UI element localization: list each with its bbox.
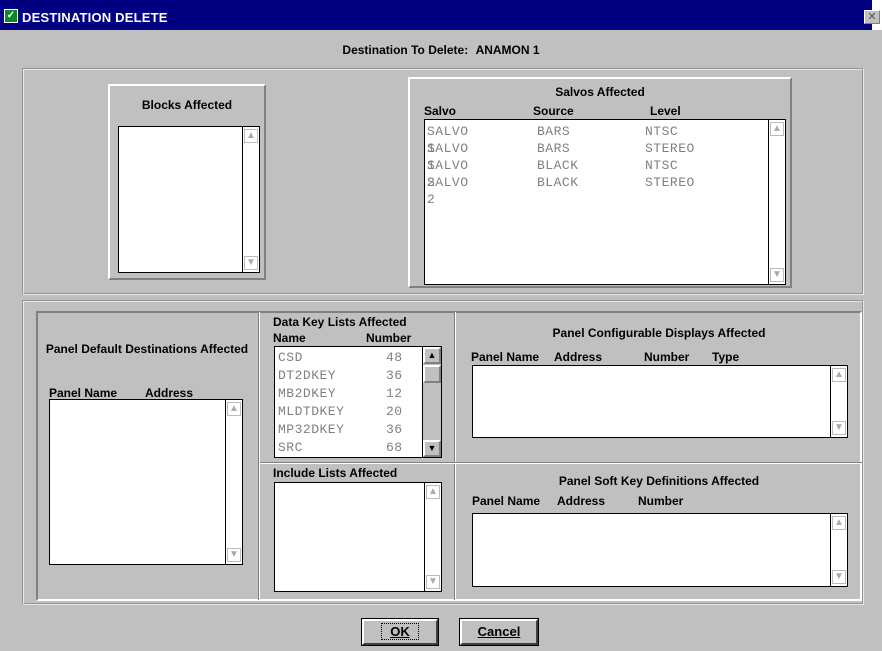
destination-label: Destination To Delete: [342, 43, 469, 57]
divider [260, 462, 862, 464]
blocks-scrollbar[interactable]: ▲ ▼ [242, 127, 259, 272]
blocks-panel: Blocks Affected ▲ ▼ [108, 84, 266, 280]
scroll-up-icon[interactable]: ▲ [832, 368, 846, 382]
scroll-down-icon[interactable]: ▼ [770, 268, 784, 282]
salvos-col-source: Source [533, 104, 574, 118]
scroll-down-icon[interactable]: ▼ [244, 256, 258, 270]
soft-key-list[interactable]: ▲ ▼ [472, 513, 848, 587]
scroll-up-icon[interactable]: ▲ [832, 516, 846, 530]
blocks-list[interactable]: ▲ ▼ [118, 126, 260, 273]
include-lists-scrollbar[interactable]: ▲ ▼ [424, 483, 441, 591]
salvos-title: Salvos Affected [555, 85, 645, 99]
panel-default-list[interactable]: ▲ ▼ [49, 399, 243, 565]
data-key-title: Data Key Lists Affected [273, 315, 407, 329]
scroll-down-icon[interactable]: ▼ [423, 440, 441, 457]
title-bar: ✓ DESTINATION DELETE ✕ [0, 0, 882, 30]
panel-default-scrollbar[interactable]: ▲ ▼ [225, 400, 242, 564]
panel-config-col-name: Panel Name [471, 350, 540, 364]
salvos-panel: Salvos Affected Salvo Source Level SALVO… [408, 77, 792, 288]
panel-default-col-name: Panel Name [49, 386, 118, 400]
data-key-col-number: Number [366, 331, 412, 345]
salvos-list[interactable]: SALVO 1 BARS NTSC SALVO 1 BARS STEREO SA… [424, 119, 786, 285]
data-key-col-name: Name [273, 331, 306, 345]
panel-default-title: Panel Default Destinations Affected [45, 342, 249, 356]
check-icon: ✓ [4, 9, 18, 23]
panel-config-col-number: Number [644, 350, 690, 364]
data-key-scrollbar[interactable]: ▲ ▼ [422, 347, 441, 457]
panel-config-list[interactable]: ▲ ▼ [472, 365, 848, 438]
panel-default-col-address: Address [145, 386, 194, 400]
scroll-down-icon[interactable]: ▼ [426, 575, 440, 589]
scroll-up-icon[interactable]: ▲ [423, 347, 441, 364]
panel-config-scrollbar[interactable]: ▲ ▼ [830, 366, 847, 437]
soft-key-title: Panel Soft Key Definitions Affected [558, 474, 760, 488]
include-lists-list[interactable]: ▲ ▼ [274, 482, 442, 592]
destination-value: ANAMON 1 [475, 43, 540, 57]
scroll-thumb[interactable] [423, 365, 441, 383]
soft-key-col-number: Number [638, 494, 684, 508]
include-lists-title: Include Lists Affected [273, 466, 398, 480]
divider [258, 312, 260, 600]
divider [454, 312, 456, 600]
cancel-button[interactable]: Cancel [459, 618, 539, 646]
blocks-title: Blocks Affected [141, 98, 233, 112]
scroll-down-icon[interactable]: ▼ [832, 421, 846, 435]
title-bar-background: ✓ DESTINATION DELETE [0, 0, 872, 30]
ok-button-label: OK [381, 623, 419, 640]
salvos-col-level: Level [650, 104, 681, 118]
scroll-down-icon[interactable]: ▼ [832, 570, 846, 584]
scroll-up-icon[interactable]: ▲ [770, 122, 784, 136]
panel-config-title: Panel Configurable Displays Affected [552, 326, 766, 340]
ok-button[interactable]: OK [361, 618, 439, 646]
panel-config-col-address: Address [554, 350, 603, 364]
salvos-col-salvo: Salvo [424, 104, 457, 118]
soft-key-col-name: Panel Name [472, 494, 541, 508]
cancel-button-label: Cancel [477, 624, 521, 639]
scroll-down-icon[interactable]: ▼ [227, 548, 241, 562]
scroll-up-icon[interactable]: ▲ [426, 485, 440, 499]
salvos-scrollbar[interactable]: ▲ ▼ [768, 120, 785, 284]
panel-config-col-type: Type [712, 350, 740, 364]
window-title: DESTINATION DELETE [22, 10, 168, 25]
scroll-up-icon[interactable]: ▲ [227, 402, 241, 416]
scroll-up-icon[interactable]: ▲ [244, 129, 258, 143]
soft-key-col-address: Address [557, 494, 606, 508]
soft-key-scrollbar[interactable]: ▲ ▼ [830, 514, 847, 586]
close-icon[interactable]: ✕ [864, 10, 880, 24]
data-key-list[interactable]: CSD 48 DT2DKEY 36 MB2DKEY 12 MLDTDKEY 20… [274, 346, 442, 458]
destination-header: Destination To Delete: ANAMON 1 [0, 43, 882, 57]
